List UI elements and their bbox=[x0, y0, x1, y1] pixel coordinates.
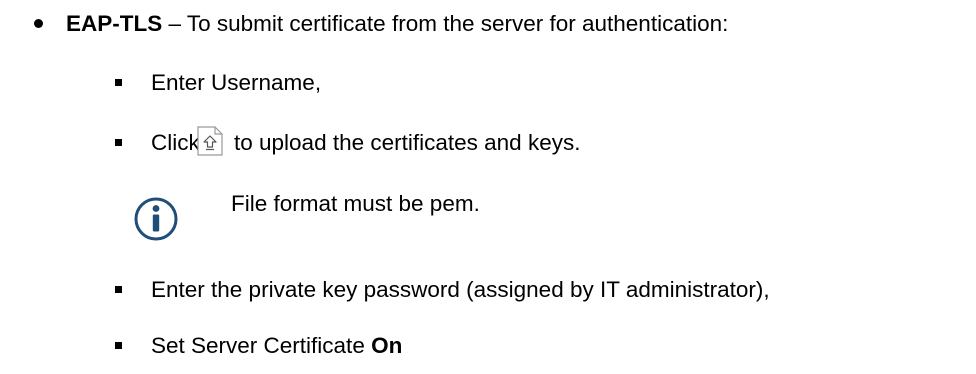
upload-description: to upload the certificates and keys. bbox=[234, 130, 581, 155]
server-cert-label: Set Server Certificate bbox=[151, 333, 372, 358]
eap-tls-item: EAP-TLS – To submit certificate from the… bbox=[66, 11, 729, 36]
bullet-eap-tls bbox=[34, 19, 43, 28]
info-icon bbox=[134, 197, 178, 241]
username-item: Enter Username, bbox=[151, 70, 322, 95]
bullet-username bbox=[115, 79, 122, 86]
server-cert-item: Set Server Certificate On bbox=[151, 333, 403, 358]
server-cert-value: On bbox=[371, 333, 403, 358]
bullet-server-cert bbox=[115, 342, 122, 349]
eap-tls-term: EAP-TLS bbox=[66, 11, 163, 36]
file-upload-icon[interactable] bbox=[197, 126, 223, 156]
private-key-item: Enter the private key password (assigned… bbox=[151, 277, 770, 302]
bullet-private-key bbox=[115, 286, 122, 293]
eap-tls-description: – To submit certificate from the server … bbox=[162, 11, 729, 36]
bullet-upload bbox=[115, 139, 122, 146]
click-label: Click bbox=[151, 130, 200, 155]
note-text: File format must be pem. bbox=[231, 191, 480, 216]
